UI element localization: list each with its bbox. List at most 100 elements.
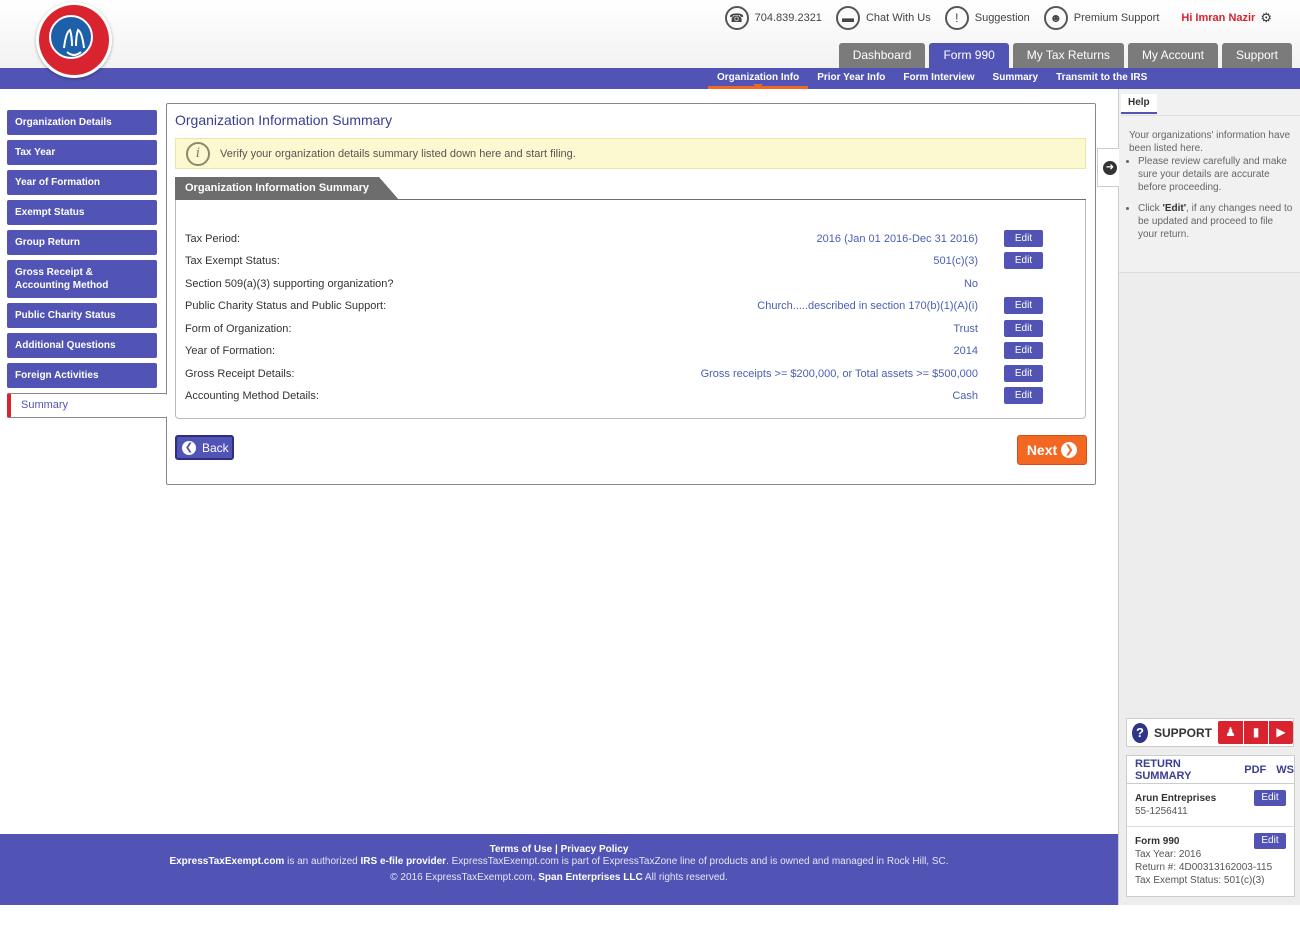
main-tabs: Dashboard Form 990 My Tax Returns My Acc… — [835, 43, 1292, 68]
row-label: Gross Receipt Details: — [185, 368, 295, 380]
chat-link[interactable]: ▬ Chat With Us — [835, 6, 931, 30]
footer-disclaimer: ExpressTaxExempt.com is an authorized IR… — [169, 856, 949, 867]
phone-icon: ☎ — [724, 6, 749, 30]
phone-link[interactable]: ☎ 704.839.2321 — [724, 6, 822, 30]
suggestion-label: Suggestion — [974, 12, 1030, 24]
arrow-left-icon: ❮ — [182, 440, 196, 455]
help-tab[interactable]: Help — [1121, 94, 1157, 114]
agent-icon: ☻ — [1043, 6, 1068, 30]
summary-details: Tax Period: 2016 (Jan 01 2016-Dec 31 201… — [175, 200, 1086, 419]
row-label: Form of Organization: — [185, 323, 292, 335]
row-value: 2016 (Jan 01 2016-Dec 31 2016) — [816, 233, 978, 245]
sidebar-item-foreign-activities[interactable]: Foreign Activities — [7, 363, 157, 388]
support-label: SUPPORT — [1153, 725, 1212, 740]
row-public-charity-status: Public Charity Status and Public Support… — [185, 297, 1055, 317]
video-icon[interactable]: ▶ — [1268, 721, 1293, 744]
privacy-link[interactable]: Privacy Policy — [561, 844, 629, 855]
sidebar-item-summary[interactable]: Summary — [7, 393, 167, 418]
sidebar-item-gross-receipt[interactable]: Gross Receipt & Accounting Method — [7, 260, 157, 298]
help-bullet: Please review carefully and make sure yo… — [1138, 155, 1293, 194]
page-title: Organization Information Summary — [175, 112, 393, 128]
edit-form-of-organization-button[interactable]: Edit — [1004, 320, 1043, 337]
sidebar-item-group-return[interactable]: Group Return — [7, 230, 157, 255]
edit-tax-exempt-status-button[interactable]: Edit — [1004, 252, 1043, 269]
tab-my-account[interactable]: My Account — [1127, 43, 1218, 68]
edit-form-button[interactable]: Edit — [1254, 833, 1286, 849]
chat-bubble-icon: ▬ — [835, 6, 860, 30]
edit-accounting-method-button[interactable]: Edit — [1004, 387, 1043, 404]
row-label: Accounting Method Details: — [185, 390, 319, 402]
row-value: No — [963, 278, 978, 290]
question-icon: ? — [1132, 722, 1148, 743]
sidebar-item-public-charity-status[interactable]: Public Charity Status — [7, 303, 157, 328]
terms-link[interactable]: Terms of Use — [490, 844, 553, 855]
row-gross-receipt: Gross Receipt Details: Gross receipts >=… — [185, 365, 1055, 385]
tab-my-tax-returns[interactable]: My Tax Returns — [1012, 43, 1124, 68]
next-button[interactable]: Next ❯ — [1017, 435, 1087, 465]
subtab-organization-info[interactable]: Organization Info — [708, 68, 809, 89]
row-label: Section 509(a)(3) supporting organizatio… — [185, 278, 394, 290]
subtab-summary[interactable]: Summary — [984, 68, 1048, 89]
edit-public-charity-button[interactable]: Edit — [1004, 297, 1043, 314]
person-icon[interactable]: ♟ — [1218, 721, 1243, 744]
edit-tax-period-button[interactable]: Edit — [1004, 230, 1043, 247]
info-banner: i Verify your organization details summa… — [175, 138, 1086, 169]
sub-navigation: Organization Info Prior Year Info Form I… — [0, 68, 1300, 89]
edit-organization-button[interactable]: Edit — [1254, 790, 1286, 806]
greeting-text: Hi Imran Nazir — [1181, 12, 1256, 24]
subtab-transmit-irs[interactable]: Transmit to the IRS — [1047, 68, 1156, 89]
return-number: Return #: 4D00313162003-115 — [1135, 862, 1273, 873]
lightbulb-icon: ! — [944, 6, 969, 30]
support-widget: ? SUPPORT ♟ ▮ ▶ — [1126, 718, 1294, 747]
back-button[interactable]: ❮ Back — [175, 435, 234, 460]
help-intro: Your organizations' information have bee… — [1129, 130, 1291, 154]
subtab-form-interview[interactable]: Form Interview — [894, 68, 983, 89]
sidebar-item-tax-year[interactable]: Tax Year — [7, 140, 157, 165]
row-value: Cash — [952, 390, 978, 402]
tab-support[interactable]: Support — [1221, 43, 1292, 68]
premium-support-link[interactable]: ☻ Premium Support — [1043, 6, 1160, 30]
pdf-link[interactable]: PDF — [1244, 764, 1266, 776]
footer: Terms of Use | Privacy Policy ExpressTax… — [0, 834, 1118, 905]
row-section-509: Section 509(a)(3) supporting organizatio… — [185, 275, 1055, 295]
help-bullet: Click 'Edit', if any changes need to be … — [1138, 202, 1293, 241]
user-greeting[interactable]: Hi Imran Nazir ⚙ — [1181, 10, 1272, 26]
sidebar-item-exempt-status[interactable]: Exempt Status — [7, 200, 157, 225]
footer-links: Terms of Use | Privacy Policy — [0, 844, 1118, 856]
form-block: Form 990 Tax Year: 2016 Return #: 4D0031… — [1127, 827, 1294, 887]
gear-icon[interactable]: ⚙ — [1260, 10, 1272, 26]
row-value: Trust — [953, 323, 978, 335]
edit-gross-receipt-button[interactable]: Edit — [1004, 365, 1043, 382]
arrow-right-icon: ❯ — [1061, 442, 1078, 458]
subtab-prior-year-info[interactable]: Prior Year Info — [808, 68, 894, 89]
info-icon: i — [186, 141, 210, 166]
row-value: Church.....described in section 170(b)(1… — [757, 300, 978, 312]
sidebar-item-year-of-formation[interactable]: Year of Formation — [7, 170, 157, 195]
suggestion-link[interactable]: ! Suggestion — [944, 6, 1030, 30]
copyright: © 2016 ExpressTaxExempt.com, Span Enterp… — [390, 872, 728, 883]
return-summary-header: RETURN SUMMARY PDF WS — [1127, 756, 1294, 784]
edit-year-of-formation-button[interactable]: Edit — [1004, 342, 1043, 359]
organization-block: Arun Entreprises 55-1256411 Edit — [1127, 784, 1294, 818]
sidebar-item-organization-details[interactable]: Organization Details — [7, 110, 157, 135]
ws-link[interactable]: WS — [1276, 764, 1294, 776]
info-text: Verify your organization details summary… — [220, 147, 576, 160]
organization-ein: 55-1256411 — [1135, 806, 1188, 817]
back-label: Back — [202, 440, 229, 455]
row-form-of-organization: Form of Organization: Trust Edit — [185, 320, 1055, 340]
tax-year: Tax Year: 2016 — [1135, 849, 1202, 860]
return-summary: RETURN SUMMARY PDF WS Arun Entreprises 5… — [1126, 755, 1295, 897]
sidebar-item-additional-questions[interactable]: Additional Questions — [7, 333, 157, 358]
help-toggle[interactable]: ➜ — [1097, 148, 1119, 187]
header: ☎ 704.839.2321 ▬ Chat With Us ! Suggesti… — [0, 0, 1300, 78]
tab-form-990[interactable]: Form 990 — [929, 43, 1009, 68]
tab-dashboard[interactable]: Dashboard — [838, 43, 926, 68]
phone-number: 704.839.2321 — [754, 12, 822, 24]
row-accounting-method: Accounting Method Details: Cash Edit — [185, 387, 1055, 407]
premium-support-label: Premium Support — [1073, 12, 1160, 24]
chat-icon[interactable]: ▮ — [1243, 721, 1268, 744]
tax-exempt-status: Tax Exempt Status: 501(c)(3) — [1135, 875, 1265, 886]
section-title: Organization Information Summary — [175, 177, 399, 200]
express-tax-exempt-logo[interactable] — [36, 2, 112, 78]
section-header: Organization Information Summary — [175, 177, 399, 200]
